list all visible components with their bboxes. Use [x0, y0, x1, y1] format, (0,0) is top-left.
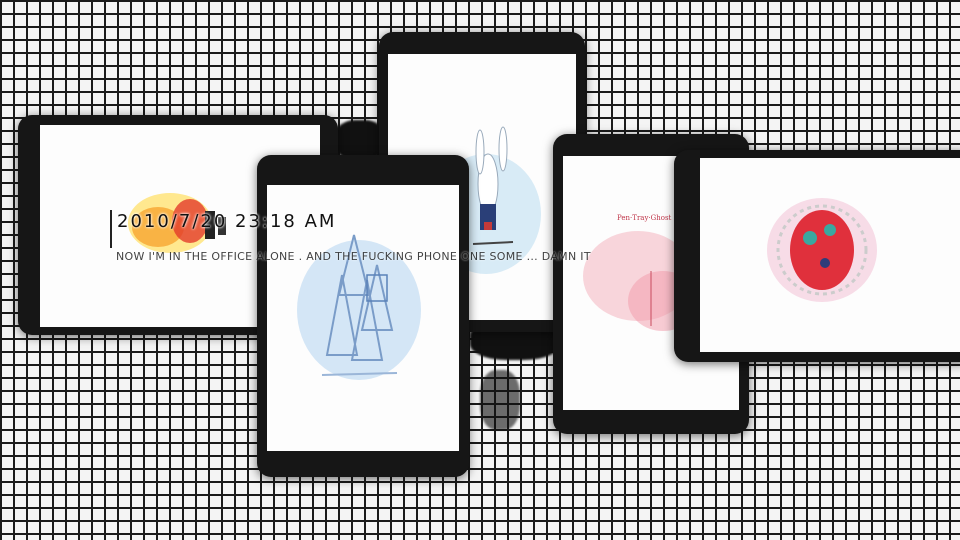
ink-splatter — [480, 370, 520, 430]
red-ornament-illustration — [767, 198, 877, 302]
timestamp-text: 2010/7/20 23:18 AM — [117, 211, 337, 232]
red-ornament-card[interactable] — [674, 150, 960, 362]
card-tower-card[interactable] — [257, 155, 469, 477]
text-cursor — [110, 210, 112, 248]
card-title: Pen·Tray·Ghost — [617, 214, 672, 222]
caption-text: NOW I'M IN THE OFFICE ALONE . AND THE FU… — [116, 250, 591, 263]
card-screen — [700, 158, 960, 352]
ink-splatter — [335, 120, 385, 160]
